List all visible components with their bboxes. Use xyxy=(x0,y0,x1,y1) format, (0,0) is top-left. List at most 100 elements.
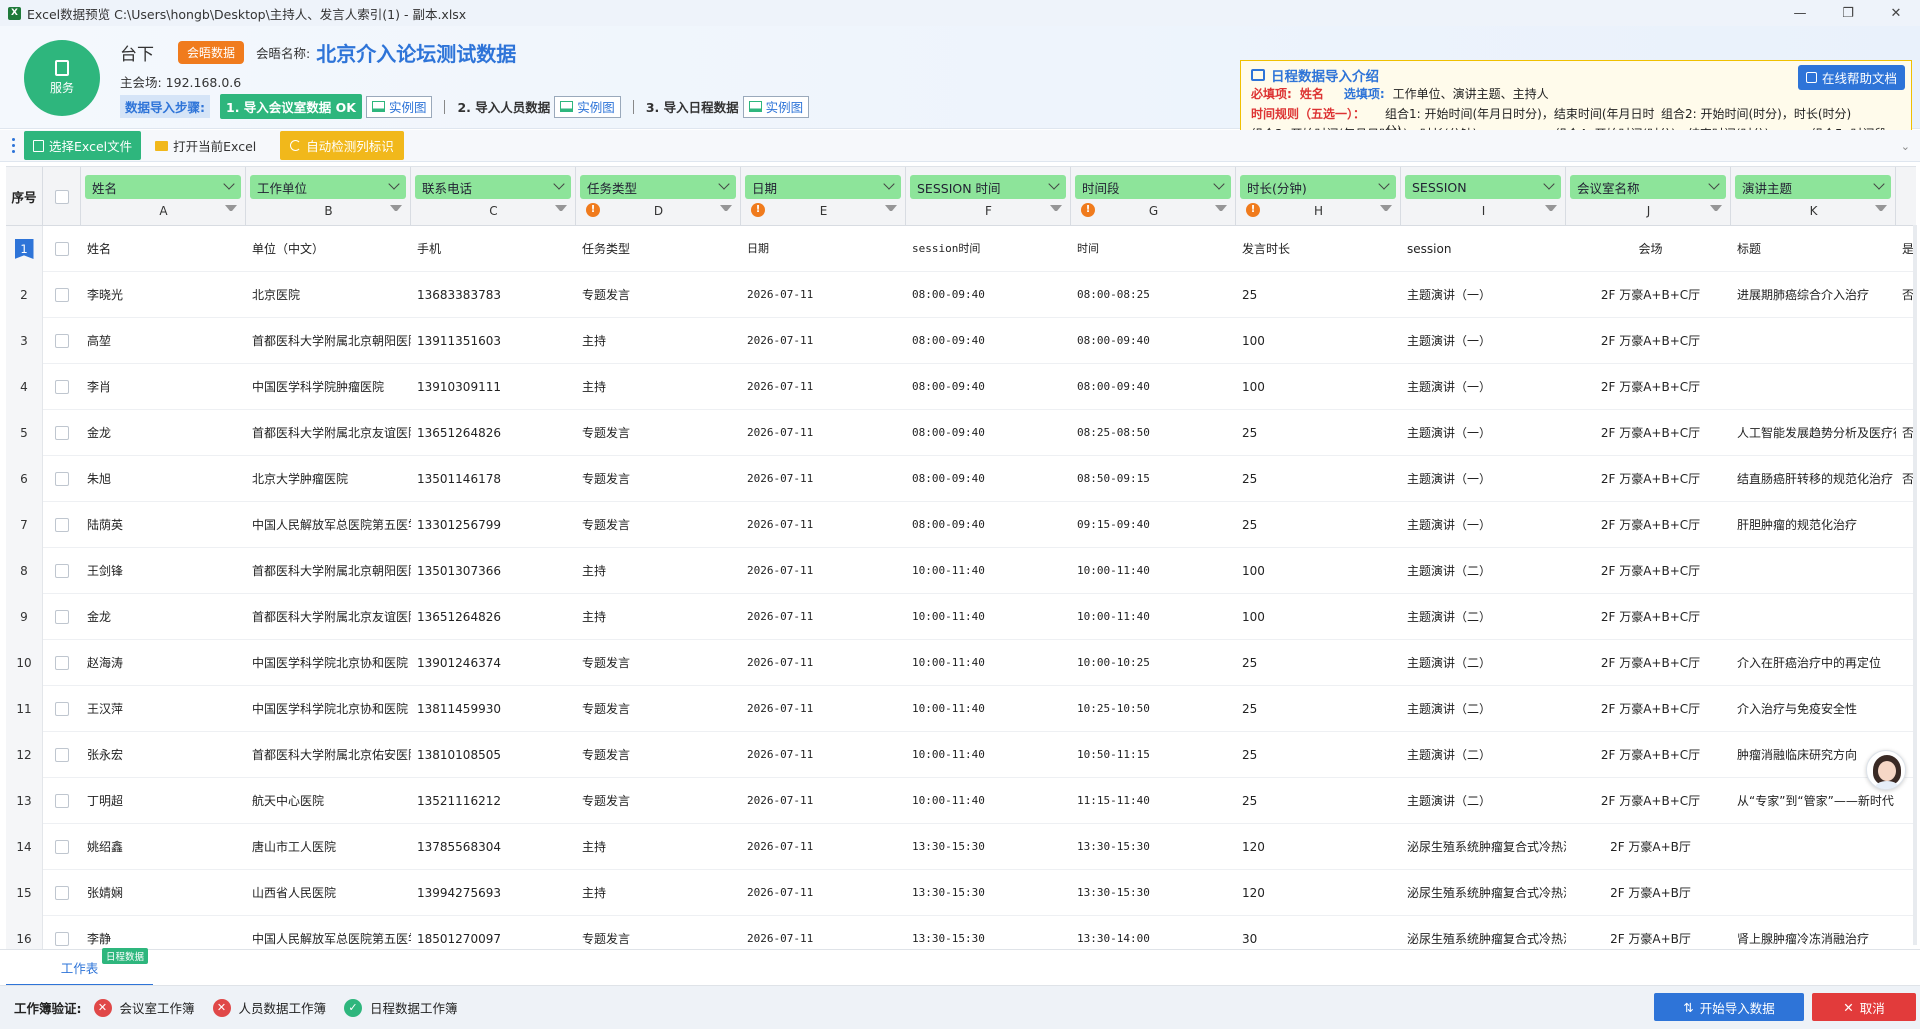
open-excel-button[interactable]: 打开当前Excel xyxy=(145,131,266,160)
table-cell[interactable]: 陆荫英 xyxy=(85,502,246,548)
table-cell[interactable]: 25 xyxy=(1240,732,1401,778)
minimize-icon[interactable]: — xyxy=(1776,0,1824,26)
row-number[interactable]: 10 xyxy=(6,640,43,686)
row-number[interactable]: 9 xyxy=(6,594,43,640)
table-cell[interactable]: 张婧娴 xyxy=(85,870,246,916)
row-number[interactable]: 13 xyxy=(6,778,43,824)
table-cell[interactable]: 25 xyxy=(1240,502,1401,548)
table-cell[interactable]: 10:00-11:40 xyxy=(910,686,1071,732)
table-cell[interactable]: 13:30-14:00 xyxy=(1075,916,1236,949)
table-cell[interactable]: 2026-07-11 xyxy=(745,732,906,778)
table-cell[interactable]: 中国医学科学院北京协和医院 xyxy=(250,686,411,732)
table-cell[interactable]: 主持 xyxy=(580,548,741,594)
step-room-data[interactable]: 1. 导入会议室数据 OK xyxy=(220,94,362,119)
table-cell[interactable]: 2F 万豪A+B+C厅 xyxy=(1570,364,1731,410)
row-number[interactable]: 5 xyxy=(6,410,43,456)
table-cell[interactable]: 2F 万豪A+B+C厅 xyxy=(1570,272,1731,318)
row-number[interactable]: 6 xyxy=(6,456,43,502)
table-cell[interactable]: 泌尿生殖系统肿瘤复合式冷热消融 xyxy=(1405,870,1566,916)
table-cell[interactable]: 2026-07-11 xyxy=(745,594,906,640)
row-checkbox[interactable] xyxy=(43,824,81,870)
table-cell[interactable]: 北京大学肿瘤医院 xyxy=(250,456,411,502)
table-cell[interactable]: 首都医科大学附属北京友谊医院 xyxy=(250,594,411,640)
table-cell[interactable]: 08:00-09:40 xyxy=(910,364,1071,410)
row-number[interactable]: 3 xyxy=(6,318,43,364)
table-cell[interactable]: 25 xyxy=(1240,686,1401,732)
table-cell[interactable]: 金龙 xyxy=(85,410,246,456)
table-cell[interactable]: 09:15-09:40 xyxy=(1075,502,1236,548)
table-cell[interactable]: 2026-07-11 xyxy=(745,686,906,732)
table-cell[interactable]: 中国人民解放军总医院第五医学中心 xyxy=(250,502,411,548)
table-cell[interactable]: 08:00-09:40 xyxy=(1075,364,1236,410)
table-cell[interactable]: 首都医科大学附属北京佑安医院 xyxy=(250,732,411,778)
online-help-button[interactable]: 在线帮助文档 xyxy=(1797,65,1905,90)
table-cell[interactable]: 2F 万豪A+B+C厅 xyxy=(1570,594,1731,640)
example-button-room[interactable]: 实例图 xyxy=(365,95,433,118)
example-button-schedule[interactable]: 实例图 xyxy=(742,95,810,118)
table-cell[interactable]: 08:00-09:40 xyxy=(910,456,1071,502)
table-cell[interactable]: 13:30-15:30 xyxy=(910,870,1071,916)
assistant-avatar[interactable] xyxy=(1866,750,1906,790)
table-cell[interactable]: 李静 xyxy=(85,916,246,949)
table-cell[interactable]: 专题发言 xyxy=(580,778,741,824)
table-cell[interactable]: 2026-07-11 xyxy=(745,548,906,594)
table-cell[interactable]: 2F 万豪A+B+C厅 xyxy=(1570,456,1731,502)
table-cell[interactable]: 姚绍鑫 xyxy=(85,824,246,870)
table-cell[interactable]: 2F 万豪A+B+C厅 xyxy=(1570,548,1731,594)
column-mapping-select[interactable]: 演讲主题 xyxy=(1735,175,1891,199)
table-cell[interactable]: 10:00-11:40 xyxy=(910,778,1071,824)
table-cell[interactable]: 专题发言 xyxy=(580,732,741,778)
restore-icon[interactable]: ❐ xyxy=(1824,0,1872,26)
table-row[interactable]: 4 李肖 中国医学科学院肿瘤医院 13910309111 主持 2026-07-11 08:… xyxy=(6,364,1916,410)
table-cell[interactable]: 100 xyxy=(1240,548,1401,594)
table-cell[interactable]: 2026-07-11 xyxy=(745,824,906,870)
table-cell[interactable]: 25 xyxy=(1240,410,1401,456)
table-cell[interactable]: 25 xyxy=(1240,272,1401,318)
table-cell[interactable]: 高堃 xyxy=(85,318,246,364)
table-cell[interactable]: 介入治疗与免疫安全性 xyxy=(1735,686,1896,732)
row-checkbox[interactable] xyxy=(43,272,81,318)
table-row[interactable]: 1 姓名 单位（中文） 手机 任务类型 日期 session时间 时间 发言时长 session 会… xyxy=(6,226,1916,272)
table-cell[interactable]: 主题演讲（一） xyxy=(1405,272,1566,318)
row-checkbox[interactable] xyxy=(43,686,81,732)
table-cell[interactable]: 主题演讲（一） xyxy=(1405,364,1566,410)
row-number[interactable]: 15 xyxy=(6,870,43,916)
column-mapping-select[interactable]: 日期 xyxy=(745,175,901,199)
table-cell[interactable]: 主题演讲（一） xyxy=(1405,502,1566,548)
table-cell[interactable]: 手机 xyxy=(415,226,576,272)
table-cell[interactable]: 2026-07-11 xyxy=(745,318,906,364)
service-logo[interactable]: 服务 xyxy=(24,40,100,116)
table-cell[interactable]: 2F 万豪A+B+C厅 xyxy=(1570,502,1731,548)
table-cell[interactable]: 进展期肺癌综合介入治疗 xyxy=(1735,272,1896,318)
column-mapping-select[interactable]: 会议室名称 xyxy=(1570,175,1726,199)
table-cell[interactable]: 30 xyxy=(1240,916,1401,949)
table-cell[interactable]: 发言时长 xyxy=(1240,226,1401,272)
row-checkbox[interactable] xyxy=(43,318,81,364)
table-cell[interactable]: 120 xyxy=(1240,824,1401,870)
row-number[interactable]: 7 xyxy=(6,502,43,548)
table-row[interactable]: 3 高堃 首都医科大学附属北京朝阳医院 13911351603 主持 2026-07-11… xyxy=(6,318,1916,364)
table-cell[interactable]: 首都医科大学附属北京朝阳医院 xyxy=(250,318,411,364)
table-cell[interactable]: 主持 xyxy=(580,824,741,870)
filter-icon[interactable] xyxy=(390,205,402,215)
table-cell[interactable]: 专题发言 xyxy=(580,502,741,548)
table-cell[interactable]: 13683383783 xyxy=(415,272,576,318)
table-cell[interactable]: 2026-07-11 xyxy=(745,870,906,916)
table-cell[interactable]: 13521116212 xyxy=(415,778,576,824)
filter-icon[interactable] xyxy=(1875,205,1887,215)
table-cell[interactable]: 10:00-10:25 xyxy=(1075,640,1236,686)
table-cell[interactable] xyxy=(1735,318,1896,364)
table-cell[interactable]: 首都医科大学附属北京朝阳医院 xyxy=(250,548,411,594)
table-cell[interactable]: 唐山市工人医院 xyxy=(250,824,411,870)
table-cell[interactable]: 李肖 xyxy=(85,364,246,410)
table-cell[interactable]: 08:00-09:40 xyxy=(910,272,1071,318)
table-row[interactable]: 2 李晓光 北京医院 13683383783 专题发言 2026-07-11 08:00-0… xyxy=(6,272,1916,318)
table-cell[interactable]: 13901246374 xyxy=(415,640,576,686)
table-cell[interactable]: 25 xyxy=(1240,778,1401,824)
table-cell[interactable]: 18501270097 xyxy=(415,916,576,949)
table-row[interactable]: 10 赵海涛 中国医学科学院北京协和医院 13901246374 专题发言 2026-07… xyxy=(6,640,1916,686)
row-checkbox[interactable] xyxy=(43,226,81,272)
table-cell[interactable]: 肾上腺肿瘤冷冻消融治疗 xyxy=(1735,916,1896,949)
table-cell[interactable]: 08:50-09:15 xyxy=(1075,456,1236,502)
table-cell[interactable]: 泌尿生殖系统肿瘤复合式冷热消融 xyxy=(1405,824,1566,870)
